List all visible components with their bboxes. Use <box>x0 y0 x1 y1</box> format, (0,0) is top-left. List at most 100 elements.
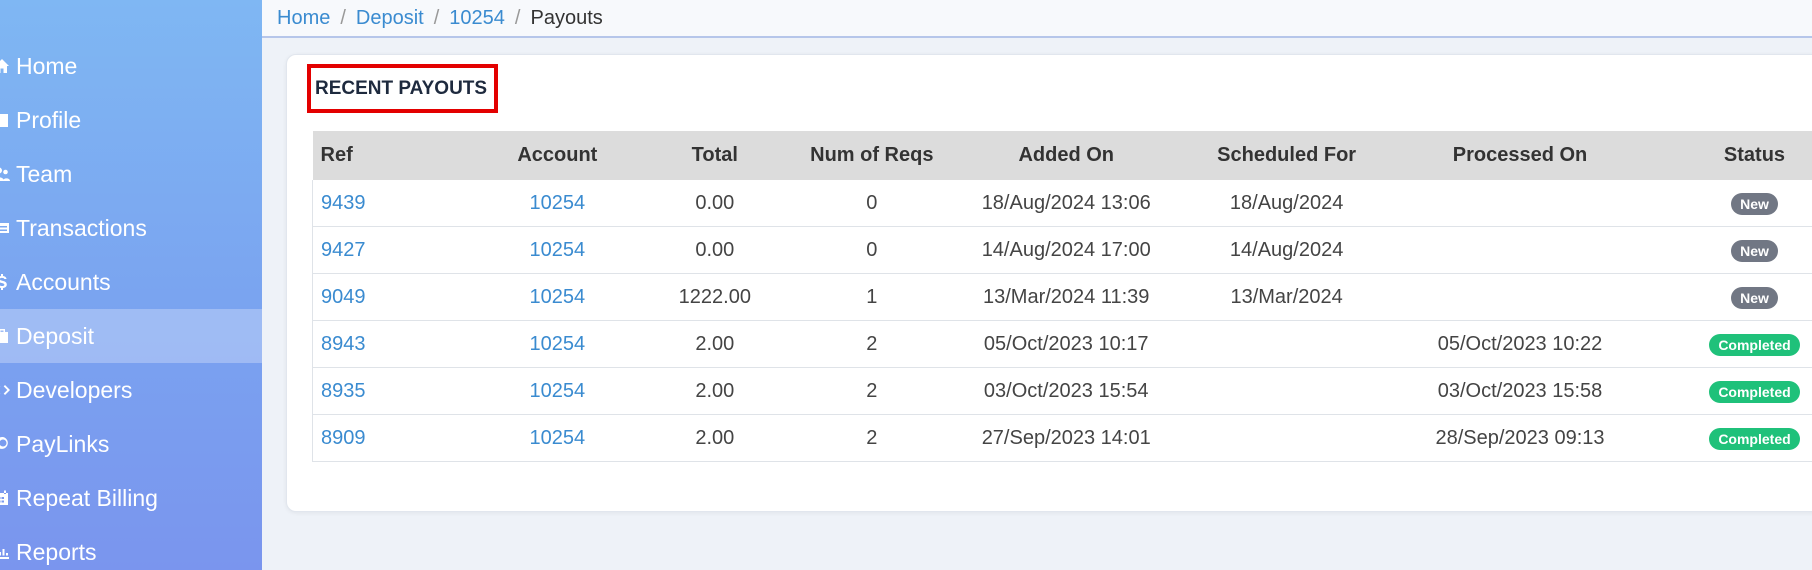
table-row: 8935 10254 2.00 2 03/Oct/2023 15:54 03/O… <box>312 367 1812 415</box>
breadcrumb-home-link[interactable]: Home <box>277 7 330 30</box>
reqs-cell: 2 <box>781 320 963 368</box>
calendar-icon <box>0 488 12 508</box>
processed-on-cell: 03/Oct/2023 15:58 <box>1403 367 1637 415</box>
reqs-cell: 2 <box>781 414 963 462</box>
status-badge: New <box>1731 192 1778 215</box>
sidebar-item-label: Developers <box>16 376 133 403</box>
sidebar-item-developers[interactable]: Developers <box>0 363 262 417</box>
added-on-cell: 05/Oct/2023 10:17 <box>962 320 1171 368</box>
account-link[interactable]: 10254 <box>530 239 586 261</box>
reports-icon <box>0 542 12 562</box>
payouts-table: Ref Account Total Num of Reqs Added On S… <box>312 131 1812 462</box>
processed-on-cell: 28/Sep/2023 09:13 <box>1403 414 1637 462</box>
team-icon <box>0 164 12 184</box>
account-link[interactable]: 10254 <box>530 333 586 355</box>
dollar-icon <box>0 272 12 292</box>
breadcrumb-current: Payouts <box>530 6 603 29</box>
sidebar-item-reports[interactable]: Reports <box>0 525 262 570</box>
sidebar-item-label: PayLinks <box>16 430 110 457</box>
total-cell: 2.00 <box>648 367 782 415</box>
breadcrumb: Home / Deposit / 10254 / Payouts <box>262 0 1812 38</box>
total-cell: 2.00 <box>648 414 782 462</box>
status-badge: Completed <box>1709 427 1800 450</box>
sidebar-item-transactions[interactable]: Transactions <box>0 201 262 255</box>
table-row: 9427 10254 0.00 0 14/Aug/2024 17:00 14/A… <box>312 226 1812 274</box>
deposit-icon <box>0 326 12 346</box>
total-cell: 1222.00 <box>648 273 782 321</box>
scheduled-for-cell <box>1170 320 1404 368</box>
processed-on-cell: 05/Oct/2023 10:22 <box>1403 320 1637 368</box>
profile-icon <box>0 110 12 130</box>
account-link[interactable]: 10254 <box>530 427 586 449</box>
processed-on-cell <box>1403 180 1637 227</box>
added-on-cell: 27/Sep/2023 14:01 <box>962 414 1171 462</box>
column-header-scheduled-for[interactable]: Scheduled For <box>1170 131 1404 180</box>
reqs-cell: 1 <box>781 273 963 321</box>
ref-link[interactable]: 9439 <box>321 192 366 214</box>
column-header-total[interactable]: Total <box>648 131 782 180</box>
account-link[interactable]: 10254 <box>530 192 586 214</box>
breadcrumb-account-link[interactable]: 10254 <box>449 7 505 30</box>
added-on-cell: 14/Aug/2024 17:00 <box>962 226 1171 274</box>
status-badge: New <box>1731 286 1778 309</box>
card-title: RECENT PAYOUTS <box>307 64 498 113</box>
processed-on-cell <box>1403 226 1637 274</box>
main-content: Home / Deposit / 10254 / Payouts RECENT … <box>262 0 1812 570</box>
sidebar-item-team[interactable]: Team <box>0 147 262 201</box>
reqs-cell: 0 <box>781 226 963 274</box>
breadcrumb-separator: / <box>433 6 440 29</box>
scheduled-for-cell: 18/Aug/2024 <box>1170 180 1404 227</box>
sidebar-item-deposit[interactable]: Deposit <box>0 309 262 363</box>
ref-link[interactable]: 8935 <box>321 380 366 402</box>
sidebar-item-label: Reports <box>16 538 97 565</box>
sidebar-item-accounts[interactable]: Accounts <box>0 255 262 309</box>
ref-link[interactable]: 9049 <box>321 286 366 308</box>
breadcrumb-separator: / <box>340 6 346 29</box>
sidebar-item-profile[interactable]: Profile <box>0 93 262 147</box>
account-link[interactable]: 10254 <box>530 380 586 402</box>
column-header-processed-on[interactable]: Processed On <box>1403 131 1637 180</box>
sidebar-item-label: Repeat Billing <box>16 484 158 511</box>
added-on-cell: 13/Mar/2024 11:39 <box>962 273 1171 321</box>
reqs-cell: 2 <box>781 367 963 415</box>
column-header-ref[interactable]: Ref <box>312 131 467 180</box>
account-link[interactable]: 10254 <box>530 286 586 308</box>
table-row: 9439 10254 0.00 0 18/Aug/2024 13:06 18/A… <box>312 180 1812 227</box>
table-row: 8943 10254 2.00 2 05/Oct/2023 10:17 05/O… <box>312 320 1812 368</box>
sidebar-item-paylinks[interactable]: PayLinks <box>0 417 262 471</box>
sidebar-item-label: Home <box>16 52 78 79</box>
status-badge: Completed <box>1709 380 1800 403</box>
sidebar-item-label: Team <box>16 160 73 187</box>
payouts-card: RECENT PAYOUTS Ref Account Total Num of … <box>286 54 1812 512</box>
total-cell: 0.00 <box>648 180 782 227</box>
added-on-cell: 18/Aug/2024 13:06 <box>962 180 1171 227</box>
scheduled-for-cell: 14/Aug/2024 <box>1170 226 1404 274</box>
total-cell: 2.00 <box>648 320 782 368</box>
column-header-num-of-reqs[interactable]: Num of Reqs <box>781 131 963 180</box>
status-badge: New <box>1731 239 1778 262</box>
ref-link[interactable]: 8943 <box>321 333 366 355</box>
scheduled-for-cell <box>1170 414 1404 462</box>
table-row: 8909 10254 2.00 2 27/Sep/2023 14:01 28/S… <box>312 414 1812 462</box>
column-header-added-on[interactable]: Added On <box>962 131 1171 180</box>
column-header-status[interactable]: Status <box>1636 131 1812 180</box>
scheduled-for-cell <box>1170 367 1404 415</box>
sidebar-item-repeat-billing[interactable]: Repeat Billing <box>0 471 262 525</box>
reqs-cell: 0 <box>781 180 963 227</box>
ref-link[interactable]: 8909 <box>321 427 366 449</box>
breadcrumb-deposit-link[interactable]: Deposit <box>356 7 424 30</box>
paylink-icon <box>0 434 12 454</box>
sidebar-item-label: Transactions <box>16 214 147 241</box>
home-icon <box>0 56 12 76</box>
added-on-cell: 03/Oct/2023 15:54 <box>962 367 1171 415</box>
code-icon <box>0 380 12 400</box>
transactions-icon <box>0 218 12 238</box>
sidebar-item-label: Profile <box>16 106 82 133</box>
sidebar-item-label: Deposit <box>16 322 94 349</box>
sidebar-item-home[interactable]: Home <box>0 39 262 93</box>
sidebar: Home Profile Team Transactions Accounts … <box>0 0 262 570</box>
column-header-account[interactable]: Account <box>466 131 649 180</box>
ref-link[interactable]: 9427 <box>321 239 366 261</box>
scheduled-for-cell: 13/Mar/2024 <box>1170 273 1404 321</box>
total-cell: 0.00 <box>648 226 782 274</box>
